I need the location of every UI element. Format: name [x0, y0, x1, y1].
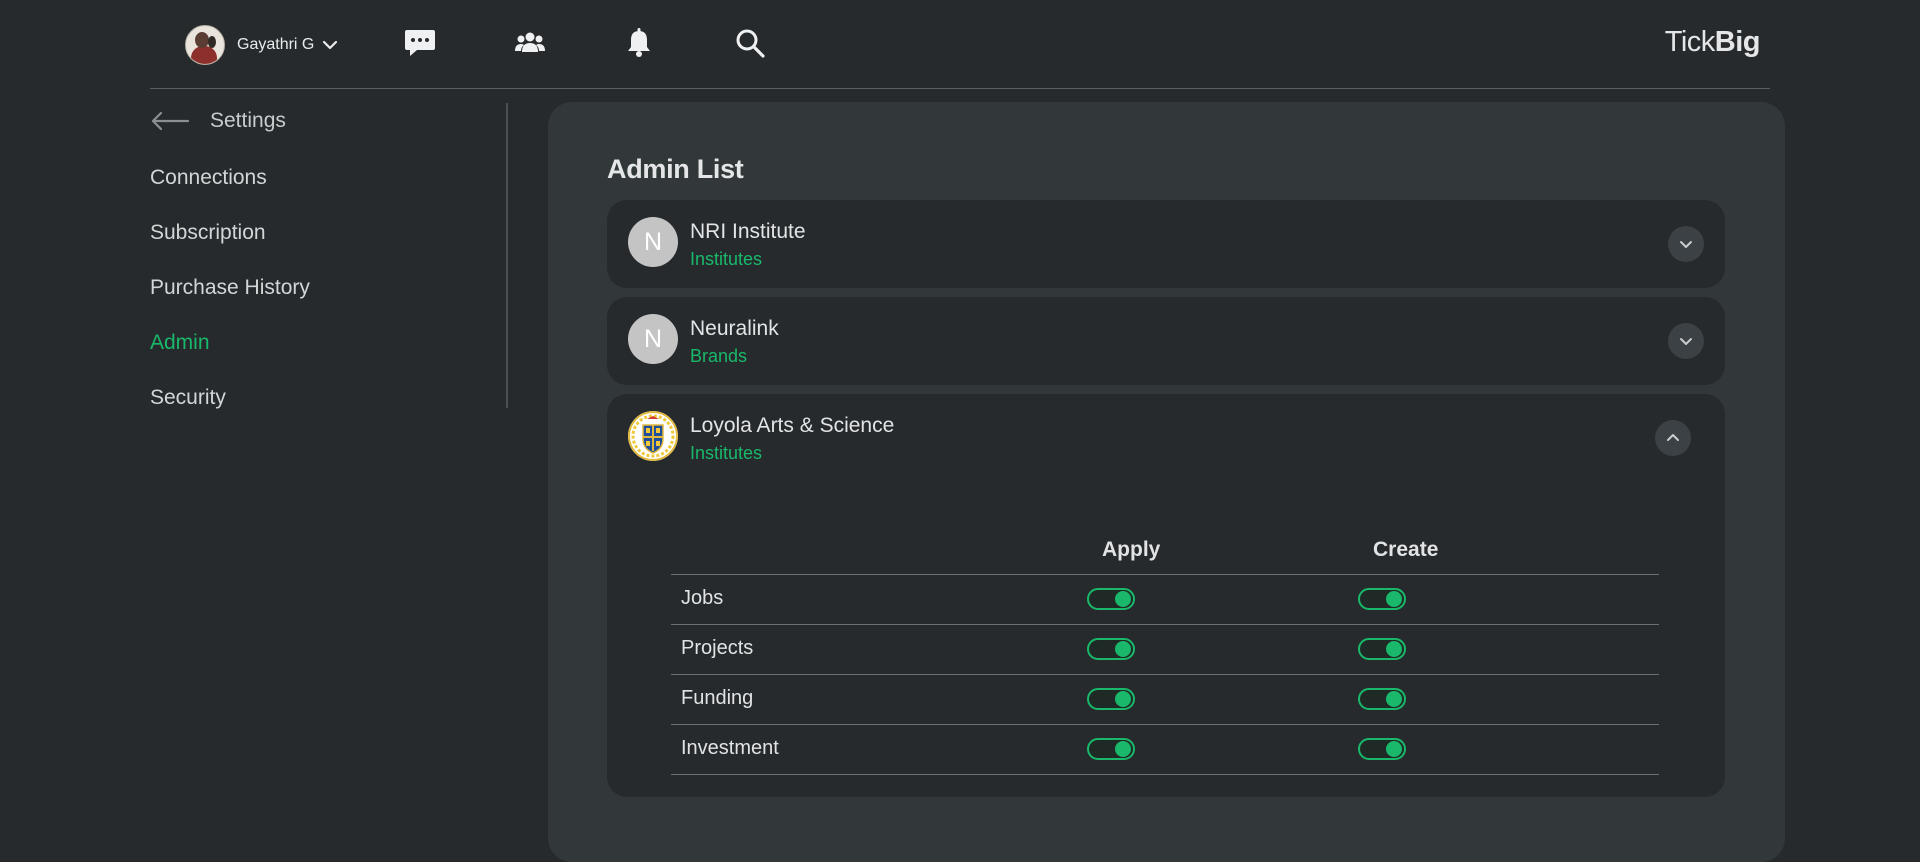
permission-row-funding: Funding	[671, 674, 1659, 724]
sidebar-item-purchase-history[interactable]: Purchase History	[150, 276, 506, 304]
permissions-table: Apply Create Jobs Projects Funding Inves…	[671, 524, 1659, 775]
org-type: Institutes	[690, 443, 763, 463]
column-apply: Apply	[1102, 538, 1161, 561]
permission-label: Jobs	[681, 587, 724, 609]
sidebar-item-admin[interactable]: Admin	[150, 331, 506, 359]
permission-row-projects: Projects	[671, 624, 1659, 674]
create-toggle[interactable]	[1358, 638, 1406, 660]
permission-label: Investment	[681, 737, 779, 759]
permissions-header: Apply Create	[671, 524, 1659, 574]
permission-label: Funding	[681, 687, 754, 709]
admin-card-header[interactable]: N NRI Institute Institutes	[607, 200, 1725, 288]
chevron-down-icon	[323, 40, 338, 50]
user-name: Gayathri G	[237, 36, 315, 53]
create-toggle[interactable]	[1358, 688, 1406, 710]
sidebar-item-security[interactable]: Security	[150, 386, 506, 414]
apply-toggle[interactable]	[1087, 638, 1135, 660]
community-icon[interactable]	[513, 26, 547, 60]
sidebar-item-subscription[interactable]: Subscription	[150, 221, 506, 249]
apply-toggle[interactable]	[1087, 588, 1135, 610]
brand-logo[interactable]: TickBig	[1665, 26, 1761, 59]
admin-card-nri-institute: N NRI Institute Institutes	[607, 200, 1725, 288]
bell-icon[interactable]	[622, 26, 656, 60]
org-type: Institutes	[690, 249, 763, 269]
permission-row-jobs: Jobs	[671, 574, 1659, 624]
create-toggle[interactable]	[1358, 738, 1406, 760]
chevron-down-icon	[1680, 338, 1692, 345]
top-bar: Gayathri G TickBig	[150, 0, 1770, 89]
org-avatar: N	[628, 217, 678, 267]
admin-card-header[interactable]: N Neuralink Brands	[607, 297, 1725, 385]
permission-row-investment: Investment	[671, 724, 1659, 775]
org-avatar: N	[628, 314, 678, 364]
admin-card-header[interactable]: Loyola Arts & Science Institutes	[607, 394, 1725, 484]
settings-sidebar: Settings Connections Subscription Purcha…	[150, 103, 508, 409]
user-avatar	[185, 25, 225, 65]
admin-card-neuralink: N Neuralink Brands	[607, 297, 1725, 385]
arrow-left-icon	[151, 111, 190, 131]
org-type: Brands	[690, 346, 748, 366]
org-name: Loyola Arts & Science	[690, 414, 895, 437]
permission-label: Projects	[681, 637, 754, 659]
sidebar-item-connections[interactable]: Connections	[150, 166, 506, 194]
admin-panel: Admin List N NRI Institute Institutes N …	[548, 102, 1785, 862]
column-create: Create	[1373, 538, 1439, 561]
org-name: NRI Institute	[690, 220, 806, 243]
user-menu[interactable]: Gayathri G	[185, 25, 338, 65]
page-title: Admin List	[607, 154, 744, 184]
expand-button[interactable]	[1668, 226, 1704, 262]
settings-label: Settings	[210, 109, 286, 132]
apply-toggle[interactable]	[1087, 738, 1135, 760]
chat-icon[interactable]	[403, 26, 437, 60]
college-crest-logo	[628, 411, 678, 461]
admin-card-loyola: Loyola Arts & Science Institutes Apply C…	[607, 394, 1725, 797]
chevron-down-icon	[1680, 241, 1692, 248]
collapse-button[interactable]	[1655, 420, 1691, 456]
search-icon[interactable]	[733, 26, 767, 60]
expand-button[interactable]	[1668, 323, 1704, 359]
org-name: Neuralink	[690, 317, 779, 340]
back-to-settings[interactable]: Settings	[150, 107, 506, 135]
apply-toggle[interactable]	[1087, 688, 1135, 710]
chevron-up-icon	[1667, 434, 1679, 441]
create-toggle[interactable]	[1358, 588, 1406, 610]
